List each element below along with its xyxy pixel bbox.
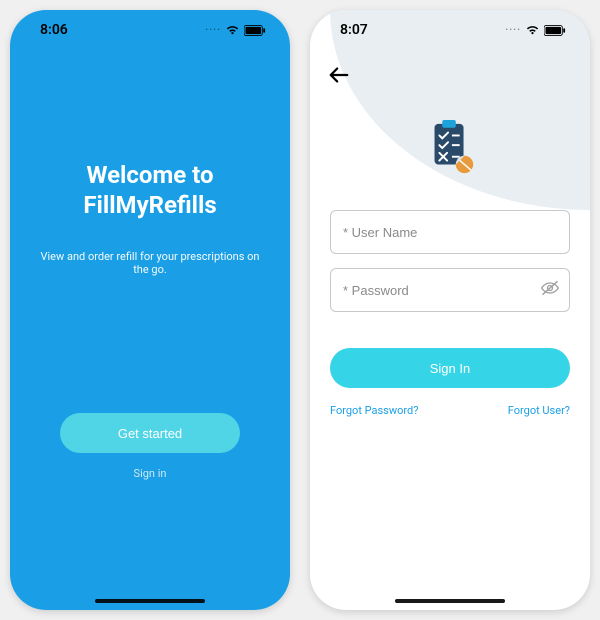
battery-icon	[244, 25, 266, 36]
home-indicator	[395, 599, 505, 603]
status-bar: 8:07 ····	[310, 10, 590, 50]
cellular-icon: ····	[505, 25, 521, 36]
home-indicator	[95, 599, 205, 603]
back-button[interactable]	[328, 66, 350, 88]
status-time: 8:06	[40, 22, 68, 38]
battery-icon	[544, 25, 566, 36]
forgot-user-link[interactable]: Forgot User?	[508, 404, 570, 417]
welcome-subtitle: View and order refill for your prescript…	[34, 250, 266, 276]
status-right-cluster: ····	[505, 24, 566, 36]
signin-form: Sign In Forgot Password? Forgot User?	[310, 184, 590, 417]
status-bar: 8:06 ····	[10, 10, 290, 50]
welcome-actions: Get started Sign in	[10, 413, 290, 480]
username-input[interactable]	[330, 210, 570, 254]
welcome-title: Welcome to FillMyRefills	[34, 160, 266, 220]
password-field-wrap	[330, 268, 570, 312]
status-right-cluster: ····	[205, 24, 266, 36]
welcome-screen: 8:06 ···· Welcome to FillMyRefills View …	[10, 10, 290, 610]
password-input[interactable]	[330, 268, 570, 312]
username-field-wrap	[330, 210, 570, 254]
welcome-content: Welcome to FillMyRefills View and order …	[10, 160, 290, 276]
password-visibility-toggle-icon[interactable]	[540, 279, 560, 301]
signin-button[interactable]: Sign In	[330, 348, 570, 388]
wifi-icon	[525, 24, 540, 36]
welcome-title-line2: FillMyRefills	[34, 190, 266, 220]
cellular-icon: ····	[205, 25, 221, 36]
welcome-title-line1: Welcome to	[34, 160, 266, 190]
app-illustration	[310, 118, 590, 184]
forgot-password-link[interactable]: Forgot Password?	[330, 404, 418, 417]
clipboard-pill-icon	[421, 118, 479, 184]
signin-screen: 8:07 ····	[310, 10, 590, 610]
wifi-icon	[225, 24, 240, 36]
get-started-button[interactable]: Get started	[60, 413, 240, 453]
help-links: Forgot Password? Forgot User?	[330, 404, 570, 417]
signin-link[interactable]: Sign in	[50, 467, 250, 480]
status-time: 8:07	[340, 22, 368, 38]
